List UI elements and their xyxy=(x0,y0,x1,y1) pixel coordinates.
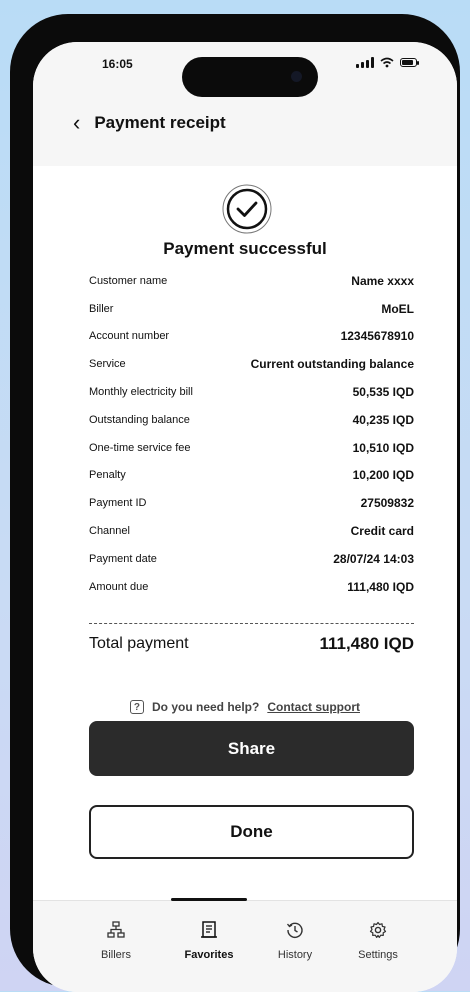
dashed-divider xyxy=(89,623,414,624)
row-label: Account number xyxy=(89,330,170,343)
row-biller: Biller MoEL xyxy=(89,295,414,323)
top-bar: 16:05 ‹ Payment receipt xyxy=(33,42,457,166)
status-icons xyxy=(356,57,419,68)
active-tab-indicator xyxy=(171,898,247,901)
row-label: Payment date xyxy=(89,552,157,565)
row-label: Payment ID xyxy=(89,497,147,510)
row-value: 28/07/24 14:03 xyxy=(333,551,414,566)
receipt-icon xyxy=(201,921,217,938)
row-value: 50,535 IQD xyxy=(352,385,414,400)
row-label: Penalty xyxy=(89,469,126,482)
row-payment-date: Payment date 28/07/24 14:03 xyxy=(89,545,414,573)
tab-billers[interactable]: Billers xyxy=(76,921,156,961)
tab-label: Settings xyxy=(358,949,398,961)
row-service: Service Current outstanding balance xyxy=(89,350,414,378)
phone-frame: 16:05 ‹ Payment receipt Payment successf… xyxy=(10,14,460,992)
tab-favorites[interactable]: Favorites xyxy=(169,921,249,961)
row-account-number: Account number 12345678910 xyxy=(89,323,414,351)
history-icon xyxy=(286,922,303,939)
row-label: Biller xyxy=(89,302,114,315)
dynamic-island xyxy=(182,57,318,97)
share-button[interactable]: Share xyxy=(89,721,414,776)
row-monthly-bill: Monthly electricity bill 50,535 IQD xyxy=(89,378,414,406)
tab-label: Billers xyxy=(101,949,131,961)
chevron-left-icon[interactable]: ‹ xyxy=(73,112,80,134)
done-button[interactable]: Done xyxy=(89,805,414,859)
screen: 16:05 ‹ Payment receipt Payment successf… xyxy=(33,42,457,992)
row-payment-id: Payment ID 27509832 xyxy=(89,489,414,517)
status-time: 16:05 xyxy=(102,57,133,71)
help-icon: ? xyxy=(129,700,144,714)
row-label: One-time service fee xyxy=(89,441,191,454)
total-value: 111,480 IQD xyxy=(319,634,414,653)
row-service-fee: One-time service fee 10,510 IQD xyxy=(89,434,414,462)
total-payment-row: Total payment 111,480 IQD xyxy=(89,634,414,654)
tab-label: History xyxy=(277,949,313,961)
tab-settings[interactable]: Settings xyxy=(338,921,418,961)
row-value: 10,200 IQD xyxy=(352,468,414,483)
help-section: ? Do you need help? Contact support xyxy=(33,700,457,714)
status-title: Payment successful xyxy=(163,239,327,258)
gear-icon xyxy=(369,921,387,938)
page-title: Payment receipt xyxy=(94,113,226,132)
row-value: Name xxxx xyxy=(351,273,414,288)
bottom-tab-bar: Billers Favorites History Settings xyxy=(33,898,457,992)
tab-label: Favorites xyxy=(184,949,234,961)
contact-support-link[interactable]: Contact support xyxy=(267,700,360,714)
row-value: 10,510 IQD xyxy=(352,440,414,455)
page-header: ‹ Payment receipt xyxy=(73,112,226,134)
receipt-details: Customer name Name xxxx Biller MoEL Accoun… xyxy=(89,267,414,601)
row-value: 27509832 xyxy=(360,496,414,511)
row-value: MoEL xyxy=(381,301,414,316)
row-value: 12345678910 xyxy=(340,329,414,344)
tab-history[interactable]: History xyxy=(255,921,335,961)
row-label: Outstanding balance xyxy=(89,413,190,426)
row-channel: Channel Credit card xyxy=(89,517,414,545)
row-value: Credit card xyxy=(350,524,414,539)
row-label: Channel xyxy=(89,525,130,538)
camera-icon xyxy=(291,71,302,82)
signal-icon xyxy=(356,57,374,68)
row-label: Service xyxy=(89,358,126,371)
row-outstanding-balance: Outstanding balance 40,235 IQD xyxy=(89,406,414,434)
row-value: Current outstanding balance xyxy=(250,357,414,372)
row-label: Customer name xyxy=(89,274,168,287)
row-label: Amount due xyxy=(89,580,149,593)
row-value: 40,235 IQD xyxy=(352,412,414,427)
battery-icon xyxy=(400,58,419,67)
help-text: Do you need help? xyxy=(151,700,260,714)
row-label: Monthly electricity bill xyxy=(89,386,193,399)
row-customer-name: Customer name Name xxxx xyxy=(89,267,414,295)
wifi-icon xyxy=(380,57,394,68)
row-amount-due: Amount due 111,480 IQD xyxy=(89,573,414,601)
row-penalty: Penalty 10,200 IQD xyxy=(89,462,414,490)
check-circle-icon xyxy=(222,184,272,234)
total-label: Total payment xyxy=(89,635,189,652)
sitemap-icon xyxy=(107,921,125,938)
row-value: 111,480 IQD xyxy=(347,579,414,594)
